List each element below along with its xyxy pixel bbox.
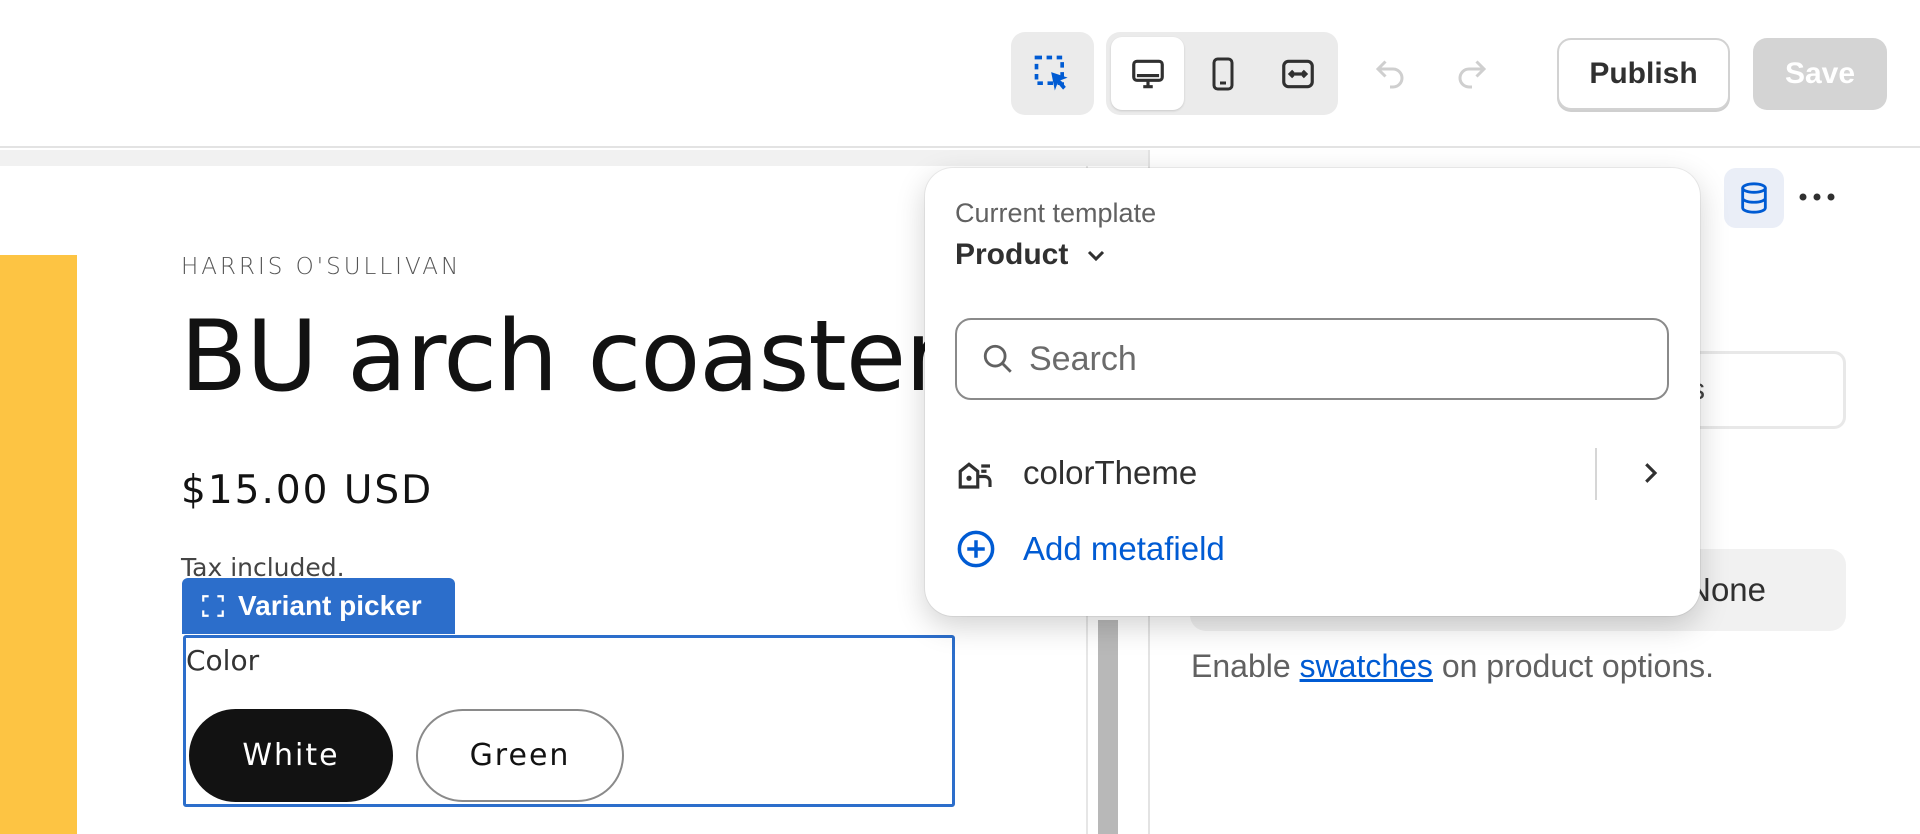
template-name: Product: [955, 238, 1069, 271]
undo-button[interactable]: [1368, 50, 1412, 94]
dynamic-source-popover: Current template Product colorTheme Add …: [925, 168, 1700, 616]
metafield-search: [955, 318, 1669, 400]
preview-scrollbar[interactable]: [1098, 620, 1118, 834]
add-metafield-button[interactable]: Add metafield: [955, 528, 1225, 570]
redo-icon: [1458, 60, 1487, 89]
editor-topbar: Publish Save: [0, 0, 1920, 148]
chevron-right-icon[interactable]: [1635, 458, 1665, 488]
product-image[interactable]: [0, 255, 77, 834]
more-icon: [1799, 193, 1835, 201]
metaobject-icon: [958, 462, 992, 489]
mobile-icon: [1212, 57, 1233, 90]
save-button[interactable]: Save: [1753, 38, 1887, 110]
helper-prefix: Enable: [1191, 648, 1300, 684]
swatch-white[interactable]: White: [189, 709, 393, 802]
select-tool-button[interactable]: [1011, 32, 1094, 115]
chevron-down-icon: [1088, 250, 1105, 262]
fullwidth-icon: [1281, 59, 1314, 88]
canvas-top-strip: [0, 150, 1148, 166]
dynamic-source-button[interactable]: [1724, 168, 1784, 228]
search-icon: [983, 344, 1012, 373]
metafield-item-label: colorTheme: [1023, 454, 1198, 491]
swatches-link[interactable]: swatches: [1300, 648, 1433, 684]
search-input[interactable]: [1029, 339, 1629, 379]
viewport-toggle-group: [1106, 32, 1338, 115]
swatches-helper-text: Enable swatches on product options.: [1191, 648, 1714, 685]
variant-picker-tab[interactable]: Variant picker: [182, 578, 455, 634]
item-divider: [1595, 448, 1597, 500]
helper-suffix: on product options.: [1432, 648, 1714, 684]
option-label: Color: [186, 644, 260, 677]
template-selector[interactable]: Product: [955, 238, 1108, 272]
publish-button[interactable]: Publish: [1557, 38, 1730, 110]
current-template-label: Current template: [955, 198, 1157, 228]
swatch-green[interactable]: Green: [416, 709, 624, 802]
product-price: $15.00 USD: [181, 468, 434, 513]
block-select-icon: [202, 595, 224, 617]
desktop-icon: [1131, 59, 1164, 88]
variant-picker-label: Variant picker: [238, 590, 422, 621]
redo-button[interactable]: [1450, 50, 1494, 94]
fullwidth-view-button[interactable]: [1261, 37, 1334, 110]
add-metafield-label: Add metafield: [1023, 530, 1225, 567]
metafield-item-colortheme[interactable]: colorTheme: [955, 438, 1669, 508]
product-vendor: HARRIS O'SULLIVAN: [181, 254, 462, 280]
plus-circle-icon: [957, 530, 995, 568]
variant-picker-block[interactable]: Color White Green: [183, 635, 955, 807]
mobile-view-button[interactable]: [1186, 37, 1259, 110]
database-icon: [1741, 182, 1767, 214]
product-title: BU arch coaster: [180, 300, 945, 414]
more-actions-button[interactable]: [1792, 172, 1842, 222]
undo-icon: [1375, 60, 1404, 89]
desktop-view-button[interactable]: [1111, 37, 1184, 110]
cursor-select-icon: [1034, 55, 1068, 90]
